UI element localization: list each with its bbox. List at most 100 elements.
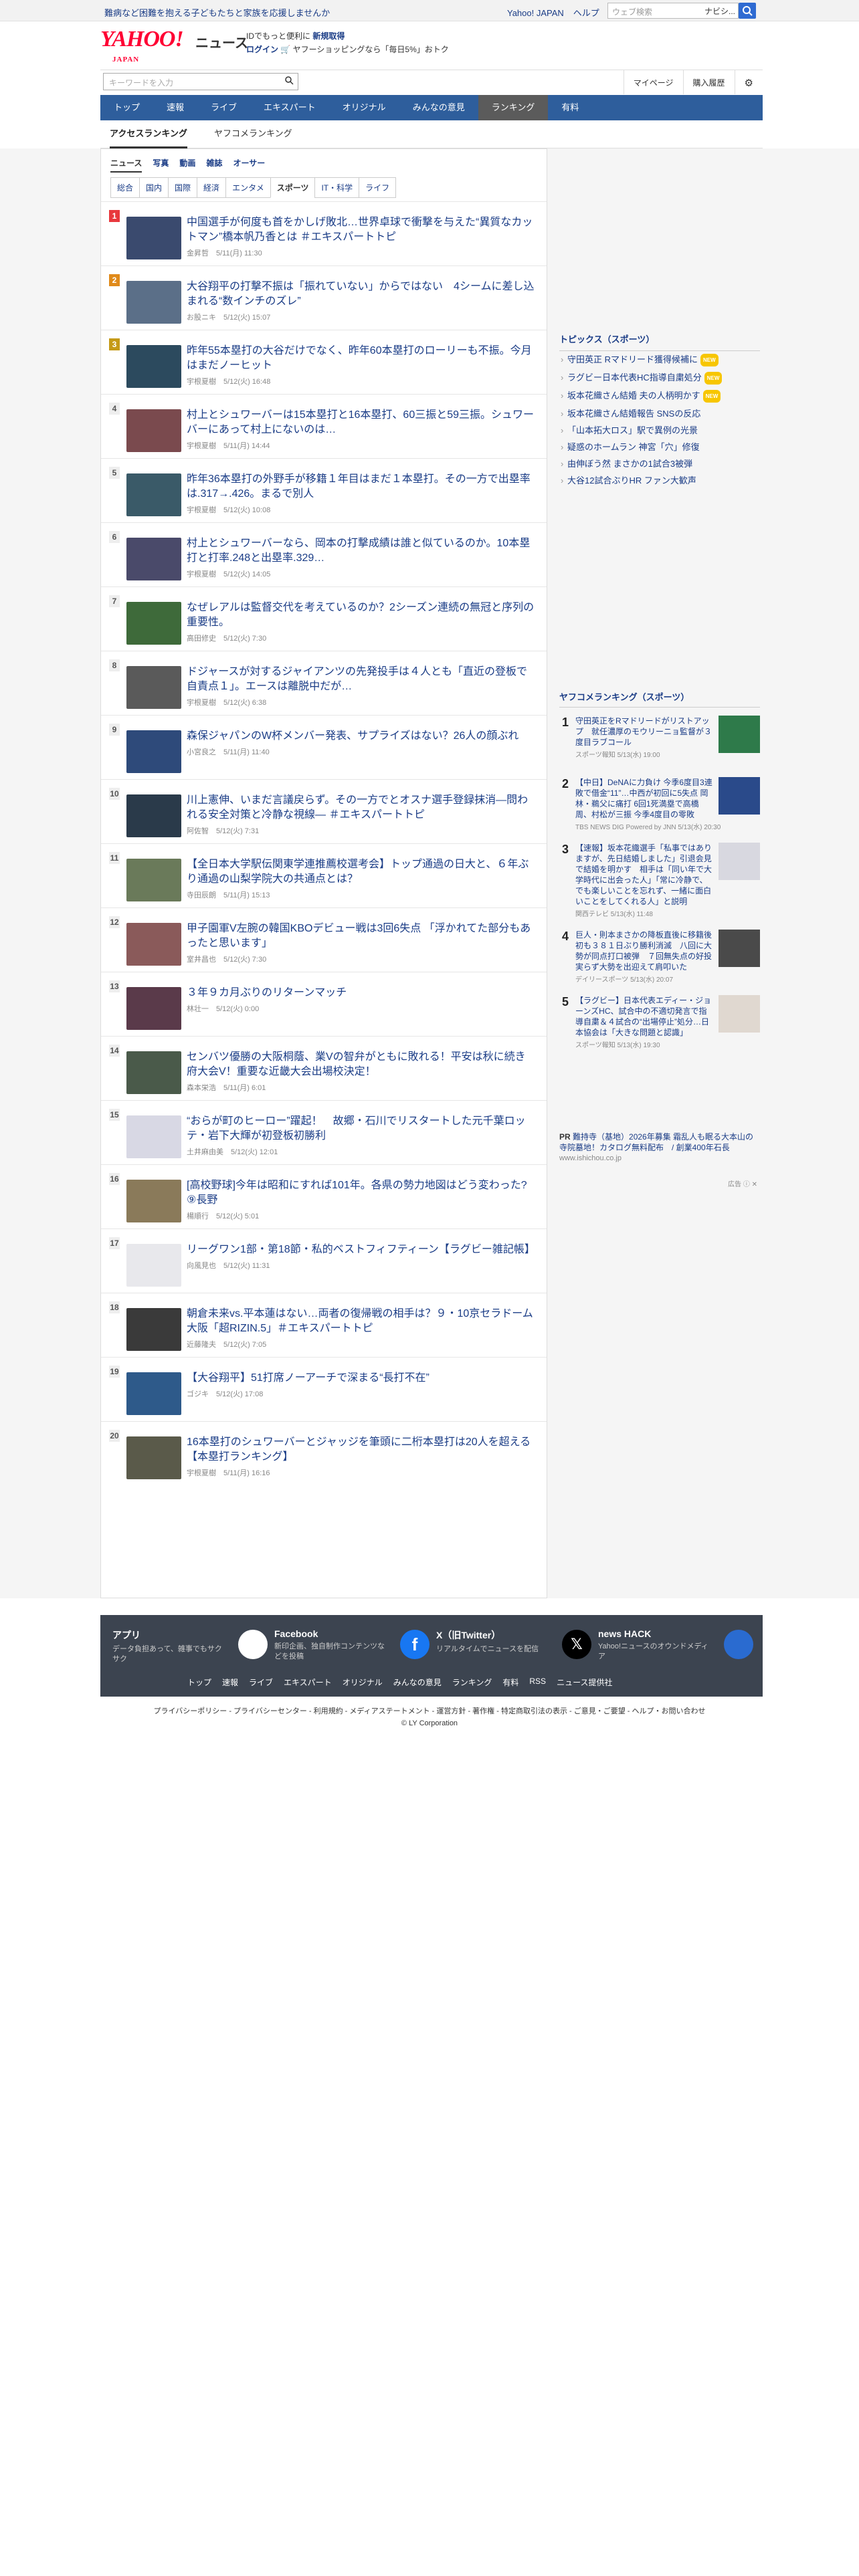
article-title[interactable]: 村上とシュワーバーなら、岡本の打撃成績は誰と似ているのか。10本塁打と打率.24…	[187, 536, 535, 566]
cat-life[interactable]: ライフ	[359, 177, 397, 198]
footer-link[interactable]: 有料	[502, 1677, 518, 1688]
comment-article-title[interactable]: 【ラグビー】日本代表エディー・ジョーンズHC、試合中の不適切発言で指導自粛＆４試…	[575, 995, 713, 1038]
footer-link[interactable]: みんなの意見	[393, 1677, 442, 1688]
legal-text[interactable]: プライバシーポリシー - プライバシーセンター - 利用規約 - メディアステー…	[0, 1705, 859, 1717]
article-thumbnail[interactable]	[126, 1115, 181, 1158]
article-title[interactable]: 昨年36本塁打の外野手が移籍１年目はまだ１本塁打。その一方で出塁率は.317→.…	[187, 472, 535, 502]
footer-link[interactable]: トップ	[187, 1677, 211, 1688]
article-title[interactable]: 甲子園軍V左腕の韓国KBOデビュー戦は3回6失点 「浮かれてた部分もあったと思い…	[187, 922, 535, 951]
footer-x[interactable]: X（旧Twitter） リアルタイムでニュースを配信 𝕏	[436, 1628, 597, 1659]
help-link[interactable]: ヘルプ	[573, 8, 599, 18]
article-title[interactable]: 朝倉未来vs.平本蓮はない…両者の復帰戦の相手は？９・10京セラドーム大阪「超R…	[187, 1307, 535, 1336]
article-thumbnail[interactable]	[126, 1051, 181, 1094]
topic-title[interactable]: 守田英正 Rマドリード獲得候補に	[567, 354, 698, 364]
news-logo[interactable]: ニュース	[195, 32, 248, 51]
topic-item[interactable]: ラグビー日本代表HC指導自粛処分NEW	[559, 369, 760, 387]
footer-link[interactable]: エキスパート	[284, 1677, 332, 1688]
footer-link[interactable]: ライブ	[249, 1677, 273, 1688]
login-link[interactable]: ログイン	[246, 45, 278, 54]
tab-magazine[interactable]: 雑誌	[206, 157, 222, 173]
footer-link[interactable]: ニュース提供社	[557, 1677, 612, 1688]
topic-title[interactable]: 大谷12試合ぶりHR ファン大歓声	[567, 475, 696, 486]
cat-world[interactable]: 国際	[168, 177, 198, 198]
topic-item[interactable]: 疑惑のホームラン 神宮「穴」修復	[559, 439, 760, 455]
topic-title[interactable]: 坂本花織さん結婚 夫の人柄明かす	[567, 391, 700, 401]
article-thumbnail[interactable]	[126, 602, 181, 645]
ranking-item[interactable]: 16 [高校野球]今年は昭和にすれば101年。各県の勢力地図はどう変わった?⑨長野…	[101, 1164, 547, 1228]
yahoo-japan-link[interactable]: Yahoo! JAPAN	[507, 8, 564, 18]
article-thumbnail[interactable]	[126, 1308, 181, 1351]
shopping-promo[interactable]: ヤフーショッピングなら「毎日5%」おトク	[293, 45, 449, 54]
cat-economy[interactable]: 経済	[197, 177, 227, 198]
yahoo-logo[interactable]: YAHOO! JAPAN	[100, 28, 184, 64]
cat-domestic[interactable]: 国内	[139, 177, 169, 198]
nav-live[interactable]: ライブ	[197, 95, 250, 120]
article-title[interactable]: 村上とシュワーバーは15本塁打と16本塁打、60三振と59三振。シュワーバーにあ…	[187, 408, 535, 437]
topic-item[interactable]: 「山本拓大ロス」駅で異例の光景	[559, 422, 760, 439]
topic-title[interactable]: 疑惑のホームラン 神宮「穴」修復	[567, 442, 700, 452]
web-search-button[interactable]	[739, 3, 756, 19]
footer-link[interactable]: RSS	[529, 1677, 546, 1688]
article-thumbnail[interactable]	[126, 859, 181, 901]
nav-breaking[interactable]: 速報	[153, 95, 197, 120]
ranking-item[interactable]: 10 川上憲伸、いまだ言議戻らず。その一方でとオスナ選手登録抹消―問われる安全対策…	[101, 779, 547, 843]
info-icon[interactable]: ⓘ	[743, 1181, 750, 1188]
topic-title[interactable]: ラグビー日本代表HC指導自粛処分	[567, 372, 702, 383]
pr-ad[interactable]: PR 難持寺（基地）2026年募集 霜乱人も眠る大本山の寺院墓地！カタログ無料配…	[559, 1132, 760, 1164]
article-title[interactable]: 大谷翔平の打撃不振は「振れていない」からではない 4シームに差し込まれる“数イン…	[187, 280, 535, 309]
nav-paid[interactable]: 有料	[548, 95, 592, 120]
ranking-item[interactable]: 14 センバツ優勝の大阪桐蔭、業Vの智弁がともに敗れる！平安は秋に続き府大会V！重…	[101, 1036, 547, 1100]
mypage-button[interactable]: マイページ	[623, 70, 683, 94]
nav-expert[interactable]: エキスパート	[250, 95, 329, 120]
article-title[interactable]: [高校野球]今年は昭和にすれば101年。各県の勢力地図はどう変わった?⑨長野	[187, 1178, 535, 1208]
article-thumbnail[interactable]	[126, 217, 181, 259]
nav-ranking[interactable]: ランキング	[478, 95, 549, 120]
article-thumbnail[interactable]	[126, 538, 181, 580]
nav-original[interactable]: オリジナル	[329, 95, 399, 120]
cat-sports[interactable]: スポーツ	[270, 177, 316, 198]
comment-ranking-item[interactable]: 5 【ラグビー】日本代表エディー・ジョーンズHC、試合中の不適切発言で指導自粛＆４…	[559, 987, 760, 1053]
article-thumbnail[interactable]	[126, 794, 181, 837]
topic-item[interactable]: 坂本花織さん結婚報告 SNSの反応	[559, 405, 760, 422]
article-title[interactable]: 中国選手が何度も首をかしげ敗北…世界卓球で衝撃を与えた“異質なカットマン”橋本帆…	[187, 215, 535, 245]
comment-article-title[interactable]: 【速報】坂本花織選手「私事ではありますが、先日結婚しました」引退会見で結婚を明か…	[575, 843, 713, 907]
comment-article-thumbnail[interactable]	[719, 716, 760, 753]
article-thumbnail[interactable]	[126, 666, 181, 709]
article-title[interactable]: リーグワン1部・第18節・私的ベストフィフティーン【ラグビー雑記帳】	[187, 1243, 535, 1257]
footer-facebook[interactable]: Facebook 新印企画、独自制作コンテンツなどを投稿 f	[274, 1628, 435, 1662]
article-title[interactable]: 【全日本大学駅伝関東学連推薦校選考会】トップ通過の日大と、６年ぶり通過の山梨学院…	[187, 857, 535, 887]
article-thumbnail[interactable]	[126, 987, 181, 1030]
signup-link[interactable]: 新規取得	[312, 31, 345, 41]
ranking-item[interactable]: 12 甲子園軍V左腕の韓国KBOデビュー戦は3回6失点 「浮かれてた部分もあったと…	[101, 907, 547, 972]
article-title[interactable]: 森保ジャパンのW杯メンバー発表、サプライズはない？26人の顔ぶれ	[187, 729, 535, 744]
article-thumbnail[interactable]	[126, 1180, 181, 1222]
keyword-search-input[interactable]: キーワードを入力	[103, 73, 298, 90]
comment-article-thumbnail[interactable]	[719, 843, 760, 880]
tab-comment-ranking[interactable]: ヤフコメランキング	[214, 122, 292, 148]
article-thumbnail[interactable]	[126, 473, 181, 516]
ranking-item[interactable]: 9 森保ジャパンのW杯メンバー発表、サプライズはない？26人の顔ぶれ 小宮良之 5/…	[101, 715, 547, 779]
pr-text[interactable]: 難持寺（基地）2026年募集 霜乱人も眠る大本山の寺院墓地！カタログ無料配布 /…	[559, 1132, 753, 1152]
comment-article-title[interactable]: 【中日】DeNAに力負け 今季6度目3連敗で借金“11”…中西が初回に5失点 岡…	[575, 777, 713, 820]
comment-ranking-item[interactable]: 1 守田英正をRマドリードがリストアップ 就任濃厚のモウリーニョ監督が３度目ラブコ…	[559, 708, 760, 769]
footer-link[interactable]: ランキング	[452, 1677, 492, 1688]
search-icon[interactable]	[284, 76, 294, 85]
article-title[interactable]: “おらが町のヒーロー”躍起！ 故郷・石川でリスタートした元千葉ロッテ・岩下大輝が…	[187, 1114, 535, 1144]
article-title[interactable]: センバツ優勝の大阪桐蔭、業Vの智弁がともに敗れる！平安は秋に続き府大会V！重要な…	[187, 1050, 535, 1079]
article-title[interactable]: 川上憲伸、いまだ言議戻らず。その一方でとオスナ選手登録抹消―問われる安全対策と冷…	[187, 793, 535, 823]
topic-item[interactable]: 守田英正 Rマドリード獲得候補にNEW	[559, 351, 760, 369]
footer-newshack[interactable]: news HACK Yahoo!ニュースのオウンドメディア	[598, 1628, 759, 1662]
tab-author[interactable]: オーサー	[233, 157, 265, 173]
article-thumbnail[interactable]	[126, 409, 181, 452]
cat-it-science[interactable]: IT・科学	[314, 177, 360, 198]
ranking-item[interactable]: 15 “おらが町のヒーロー”躍起！ 故郷・石川でリスタートした元千葉ロッテ・岩下大…	[101, 1100, 547, 1164]
article-thumbnail[interactable]	[126, 730, 181, 773]
article-title[interactable]: ドジャースが対するジャイアンツの先発投手は４人とも「直近の登板で自責点１」。エー…	[187, 665, 535, 694]
comment-article-thumbnail[interactable]	[719, 995, 760, 1033]
ranking-item[interactable]: 6 村上とシュワーバーなら、岡本の打撃成績は誰と似ているのか。10本塁打と打率.2…	[101, 522, 547, 586]
article-thumbnail[interactable]	[126, 281, 181, 324]
comment-article-title[interactable]: 守田英正をRマドリードがリストアップ 就任濃厚のモウリーニョ監督が３度目ラブコー…	[575, 716, 713, 748]
close-icon[interactable]: ✕	[752, 1181, 757, 1188]
article-thumbnail[interactable]	[126, 1372, 181, 1415]
footer-app[interactable]: アプリ データ負担あって、雑事でもサクサク	[112, 1628, 273, 1665]
